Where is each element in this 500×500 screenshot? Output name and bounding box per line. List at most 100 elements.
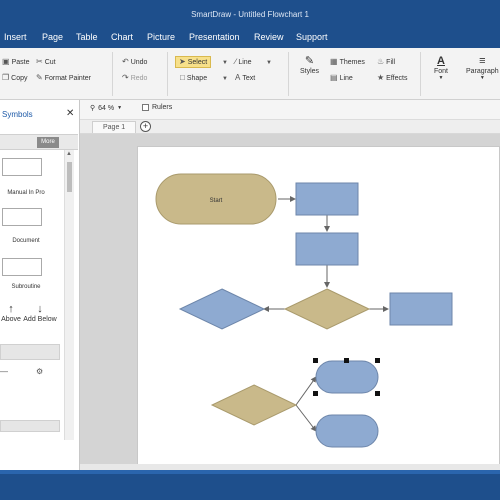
select-button[interactable]: ➤ Select — [175, 56, 212, 68]
process-box[interactable] — [295, 232, 359, 266]
terminator-shape[interactable] — [315, 360, 379, 394]
format-painter-label: Format Painter — [44, 74, 91, 82]
terminator-shape[interactable] — [315, 414, 379, 448]
text-tool-button[interactable]: A Text — [235, 74, 255, 82]
add-below-button[interactable]: ↓ Add Below — [22, 303, 58, 324]
square-icon: □ — [180, 73, 185, 82]
themes-icon: ▦ — [330, 57, 338, 66]
select-dropdown-icon[interactable]: ▼ — [222, 60, 228, 66]
add-above-label: Above — [1, 316, 21, 323]
text-tool-label: Text — [242, 74, 256, 82]
cut-button[interactable]: ✂ Cut — [36, 58, 56, 66]
panel-toolbar: — ⚙ — [0, 368, 43, 376]
shape-label: Manual In Pro — [7, 190, 45, 196]
add-above-button[interactable]: ↑ Above — [0, 304, 22, 324]
copy-button[interactable]: ❐ Copy — [2, 74, 28, 82]
line-style-label: Line — [339, 74, 353, 82]
redo-label: Redo — [130, 74, 148, 82]
chevron-up-icon[interactable]: ▲ — [66, 151, 72, 157]
menu-support[interactable]: Support — [296, 32, 328, 42]
zoom-control[interactable]: ⚲ 64 % ▼ — [90, 104, 123, 113]
cut-label: Cut — [44, 58, 56, 66]
decision-diamond[interactable] — [178, 288, 266, 330]
add-below-label: Add Below — [23, 316, 57, 323]
more-bar: More — [0, 134, 78, 150]
rulers-checkbox[interactable] — [142, 104, 149, 111]
line-tool-button[interactable]: ∕ Line — [235, 58, 252, 66]
effects-button[interactable]: ★ Effects — [377, 74, 407, 82]
panel-grey-section — [0, 420, 60, 432]
rulers-toggle[interactable]: Rulers — [142, 104, 172, 111]
ribbon-separator — [112, 52, 113, 96]
connector-line[interactable] — [295, 404, 317, 432]
document-shape[interactable] — [2, 208, 42, 226]
start-label: Start — [210, 198, 223, 204]
line-style-button[interactable]: ▤ Line — [330, 74, 353, 82]
font-button[interactable]: A Font ▼ — [434, 56, 448, 81]
resize-handle[interactable] — [313, 358, 318, 363]
subroutine-shape[interactable] — [2, 258, 42, 276]
shape-tool-button[interactable]: □ Shape — [180, 74, 207, 82]
panel-header: Symbols ✕ — [0, 108, 78, 122]
more-button[interactable]: More — [37, 137, 59, 148]
styles-button[interactable]: ✎ Styles — [300, 55, 319, 76]
styles-icon: ✎ — [304, 55, 315, 67]
font-label: Font — [434, 68, 449, 75]
resize-handle[interactable] — [344, 358, 349, 363]
paragraph-button[interactable]: ≡ Paragraph ▼ — [466, 56, 499, 81]
status-bar — [0, 470, 500, 500]
process-box[interactable] — [295, 182, 359, 216]
process-box[interactable] — [389, 292, 453, 326]
decision-diamond[interactable] — [283, 288, 371, 330]
fill-button[interactable]: ♨ Fill — [377, 58, 395, 66]
view-toolbar: ⚲ 64 % ▼ Rulers — [80, 100, 500, 120]
add-page-button[interactable]: + — [140, 121, 151, 132]
ribbon: ▣ Paste ✂ Cut ❐ Copy ✎ Format Painter ↶ … — [0, 48, 500, 100]
tab-page-1[interactable]: Page 1 — [92, 121, 137, 133]
arrow-down-icon: ↓ — [37, 303, 43, 315]
resize-handle[interactable] — [375, 358, 380, 363]
symbol-library-panel: Symbols ✕ More Manual In Pro Document Su… — [0, 100, 80, 470]
scissors-icon: ✂ — [36, 57, 43, 66]
paste-label: Paste — [11, 58, 30, 66]
panel-scrollbar[interactable]: ▲ — [64, 150, 74, 440]
add-actions: ↑ Above ↓ Add Below — [0, 300, 62, 336]
paragraph-label: Paragraph — [466, 68, 499, 75]
shape-label: Document — [12, 238, 40, 244]
flowchart-diagram[interactable]: Start — [138, 147, 500, 467]
shape-label: Subroutine — [11, 284, 41, 290]
decision-diamond[interactable] — [210, 384, 298, 426]
hierarchy-icon[interactable]: ⚙ — [36, 368, 43, 376]
drawing-page[interactable]: Start — [137, 146, 500, 466]
menu-picture[interactable]: Picture — [147, 32, 175, 42]
line-icon: ∕ — [235, 57, 237, 66]
line-dropdown-icon[interactable]: ▼ — [266, 60, 272, 66]
menu-table[interactable]: Table — [76, 32, 98, 42]
shape-tool-label: Shape — [186, 74, 208, 82]
resize-handle[interactable] — [375, 391, 380, 396]
undo-icon: ↶ — [122, 57, 129, 66]
undo-button[interactable]: ↶ Undo — [122, 58, 147, 66]
title-bar: SmartDraw - Untitled Flowchart 1 — [0, 0, 500, 28]
menu-insert[interactable]: Insert — [4, 32, 27, 42]
chevron-down-icon: ▼ — [117, 105, 123, 111]
zoom-level: 64 % — [98, 104, 115, 112]
menu-page[interactable]: Page — [42, 32, 63, 42]
menu-presentation[interactable]: Presentation — [189, 32, 240, 42]
shape-dropdown-icon[interactable]: ▼ — [222, 76, 228, 82]
menu-review[interactable]: Review — [254, 32, 284, 42]
canvas-area[interactable]: Start — [80, 134, 500, 470]
manual-input-shape[interactable] — [2, 158, 42, 176]
window-title: SmartDraw - Untitled Flowchart 1 — [191, 10, 309, 19]
line-icon[interactable]: — — [0, 368, 8, 376]
menu-chart[interactable]: Chart — [111, 32, 133, 42]
format-painter-button[interactable]: ✎ Format Painter — [36, 74, 91, 82]
search-icon: ⚲ — [90, 105, 96, 112]
scrollbar-thumb[interactable] — [67, 162, 72, 192]
resize-handle[interactable] — [313, 391, 318, 396]
smartdraw-window: SmartDraw - Untitled Flowchart 1 Insert … — [0, 0, 500, 500]
redo-button[interactable]: ↷ Redo — [122, 74, 147, 82]
paste-button[interactable]: ▣ Paste — [2, 58, 29, 66]
themes-button[interactable]: ▦ Themes — [330, 58, 365, 66]
close-icon[interactable]: ✕ — [66, 108, 74, 119]
